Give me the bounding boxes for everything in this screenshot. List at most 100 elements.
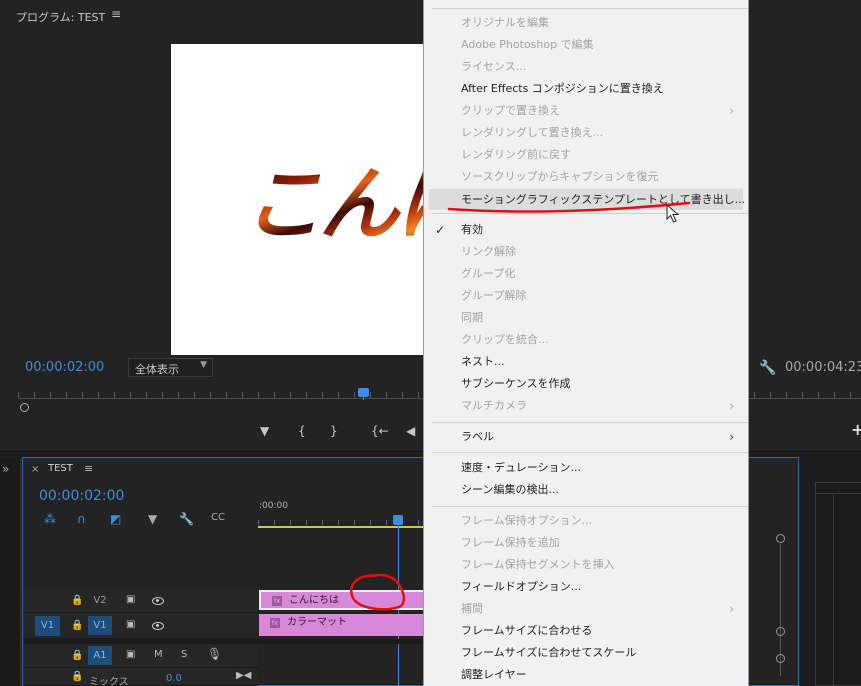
menu-item-render-and-replace[interactable]: レンダリングして置き換え... bbox=[461, 126, 603, 140]
menu-item-unlink[interactable]: リンク解除 bbox=[461, 245, 516, 259]
sync-lock-icon[interactable]: ▣ bbox=[126, 594, 135, 605]
menu-item-replace-with-ae-comp[interactable]: After Effects コンポジションに置き換え bbox=[461, 82, 664, 96]
timeline-playhead[interactable] bbox=[393, 515, 403, 525]
submenu-arrow-icon: › bbox=[729, 602, 734, 616]
work-area-bar[interactable] bbox=[258, 526, 424, 528]
lock-icon[interactable]: 🔒 bbox=[71, 671, 83, 682]
scroll-top-handle[interactable] bbox=[776, 534, 785, 543]
go-to-in-button[interactable]: {← bbox=[371, 424, 389, 438]
menu-item-multicamera[interactable]: マルチカメラ bbox=[461, 399, 527, 413]
snap-magnet-icon[interactable]: ∩ bbox=[77, 512, 86, 526]
timeline-vertical-scrollbar[interactable] bbox=[775, 534, 787, 684]
wrench-icon[interactable]: 🔧 bbox=[759, 360, 776, 376]
timeline-settings-wrench-icon[interactable]: 🔧 bbox=[179, 512, 194, 526]
timeline-menu-icon[interactable]: ≡ bbox=[84, 462, 93, 475]
monitor-playhead-line bbox=[363, 396, 364, 400]
sync-lock-icon[interactable]: ▣ bbox=[126, 619, 135, 630]
menu-separator bbox=[432, 506, 748, 507]
menu-item-replace-with-clip[interactable]: クリップで置き換え bbox=[461, 104, 560, 118]
solo-button[interactable]: S bbox=[181, 649, 187, 660]
menu-separator bbox=[432, 422, 748, 423]
menu-item-set-to-frame-size[interactable]: フレームサイズに合わせる bbox=[461, 624, 592, 638]
track-name-v1[interactable]: V1 bbox=[88, 616, 112, 635]
audio-meter-panel bbox=[815, 482, 861, 686]
playhead-timecode[interactable]: 00:00:02:00 bbox=[25, 360, 104, 375]
lock-icon[interactable]: 🔒 bbox=[71, 595, 83, 606]
track-header-v2: 🔒 V2 ▣ bbox=[23, 589, 258, 613]
menu-item-restore-unrendered[interactable]: レンダリング前に戻す bbox=[461, 148, 571, 162]
submenu-arrow-icon: › bbox=[729, 104, 734, 118]
divider bbox=[816, 493, 861, 494]
menu-item-synchronize[interactable]: 同期 bbox=[461, 311, 483, 325]
step-back-button[interactable]: ◀ bbox=[406, 424, 415, 438]
add-marker-icon[interactable]: ▼ bbox=[148, 512, 157, 526]
mark-in-button[interactable]: { bbox=[298, 424, 306, 438]
source-patch-v1[interactable]: V1 bbox=[35, 616, 60, 636]
monitor-menu-icon[interactable]: ≡ bbox=[111, 7, 121, 21]
captions-icon[interactable]: CC bbox=[211, 512, 225, 523]
sync-lock-icon[interactable]: ▣ bbox=[126, 649, 135, 660]
lock-icon[interactable]: 🔒 bbox=[71, 620, 83, 631]
menu-item-frame-hold-options[interactable]: フレーム保持オプション... bbox=[461, 514, 592, 528]
menu-item-ungroup[interactable]: グループ解除 bbox=[461, 289, 526, 303]
mouse-cursor-icon bbox=[666, 204, 680, 223]
scroll-bottom-handle[interactable] bbox=[776, 654, 785, 663]
close-tab-icon[interactable]: × bbox=[31, 464, 39, 475]
submenu-arrow-icon: › bbox=[729, 430, 734, 444]
menu-item-merge-clips[interactable]: クリップを統合... bbox=[461, 333, 549, 347]
expand-panels-icon[interactable]: » bbox=[2, 462, 9, 476]
insert-overwrite-icon[interactable]: ⁂ bbox=[44, 512, 56, 526]
clip-name: こんにちは bbox=[289, 595, 339, 606]
menu-item-nest[interactable]: ネスト... bbox=[461, 355, 505, 369]
track-header-a1: 🔒 A1 ▣ M S 🎙 bbox=[23, 644, 258, 668]
timeline-tab-title[interactable]: TEST bbox=[48, 463, 73, 474]
track-name-a1[interactable]: A1 bbox=[88, 646, 112, 665]
divider bbox=[833, 493, 834, 686]
context-menu: ✓ オリジナルを編集 Adobe Photoshop で編集 ライセンス... … bbox=[423, 0, 749, 686]
timeline-timecode[interactable]: 00:00:02:00 bbox=[39, 488, 124, 504]
menu-item-group[interactable]: グループ化 bbox=[461, 267, 515, 281]
menu-item-enable[interactable]: 有効 bbox=[461, 223, 483, 237]
add-marker-button[interactable]: ▼ bbox=[260, 424, 269, 438]
scroll-mid-handle[interactable] bbox=[776, 627, 785, 636]
duration-timecode: 00:00:04:23 bbox=[785, 360, 861, 375]
track-header-v1: V1 🔒 V1 ▣ bbox=[23, 613, 258, 639]
go-to-end-icon[interactable]: ▶◀ bbox=[236, 670, 251, 681]
video-preview: こんに bbox=[171, 44, 423, 355]
menu-item-scene-edit-detection[interactable]: シーン編集の検出... bbox=[461, 483, 559, 497]
menu-item-edit-original[interactable]: オリジナルを編集 bbox=[461, 16, 549, 30]
eye-icon[interactable] bbox=[152, 622, 164, 630]
red-underline-annotation bbox=[447, 201, 691, 213]
mark-out-button[interactable]: } bbox=[330, 424, 338, 438]
add-button[interactable]: + bbox=[851, 420, 861, 439]
menu-item-speed-duration[interactable]: 速度・デュレーション... bbox=[461, 461, 581, 475]
menu-item-insert-frame-hold-segment[interactable]: フレーム保持セグメントを挿入 bbox=[461, 558, 615, 572]
scrub-start-handle[interactable] bbox=[20, 403, 29, 412]
eye-icon[interactable] bbox=[152, 597, 164, 605]
track-name-v2[interactable]: V2 bbox=[88, 591, 112, 610]
menu-item-edit-in-photoshop[interactable]: Adobe Photoshop で編集 bbox=[461, 38, 594, 52]
clip-v1[interactable]: fx カラーマット bbox=[259, 614, 424, 636]
menu-item-make-subsequence[interactable]: サブシーケンスを作成 bbox=[461, 377, 570, 391]
menu-item-adjustment-layer[interactable]: 調整レイヤー bbox=[461, 668, 527, 682]
menu-item-license[interactable]: ライセンス... bbox=[461, 60, 526, 74]
mix-value[interactable]: 0.0 bbox=[166, 673, 182, 684]
mix-label: ミックス bbox=[89, 677, 129, 686]
menu-item-restore-captions[interactable]: ソースクリップからキャプションを復元 bbox=[461, 170, 658, 184]
menu-item-add-frame-hold[interactable]: フレーム保持を追加 bbox=[461, 536, 560, 550]
linked-selection-icon[interactable]: ◩ bbox=[110, 512, 121, 526]
microphone-icon[interactable]: 🎙 bbox=[207, 647, 222, 661]
submenu-arrow-icon: › bbox=[729, 399, 734, 413]
monitor-title: プログラム: TEST bbox=[16, 11, 106, 24]
menu-item-field-options[interactable]: フィールドオプション... bbox=[461, 580, 581, 594]
mute-button[interactable]: M bbox=[154, 649, 163, 660]
zoom-fit-select[interactable]: 全体表示 ▼ bbox=[128, 358, 213, 377]
menu-item-label[interactable]: ラベル bbox=[461, 430, 494, 444]
menu-item-interpolation[interactable]: 補間 bbox=[461, 602, 483, 616]
left-panel-strip bbox=[0, 458, 21, 686]
zoom-fit-value: 全体表示 bbox=[135, 363, 179, 376]
check-icon: ✓ bbox=[435, 223, 446, 237]
chevron-down-icon: ▼ bbox=[200, 360, 207, 370]
lock-icon[interactable]: 🔒 bbox=[71, 650, 83, 661]
menu-item-scale-to-frame-size[interactable]: フレームサイズに合わせてスケール bbox=[461, 646, 636, 660]
